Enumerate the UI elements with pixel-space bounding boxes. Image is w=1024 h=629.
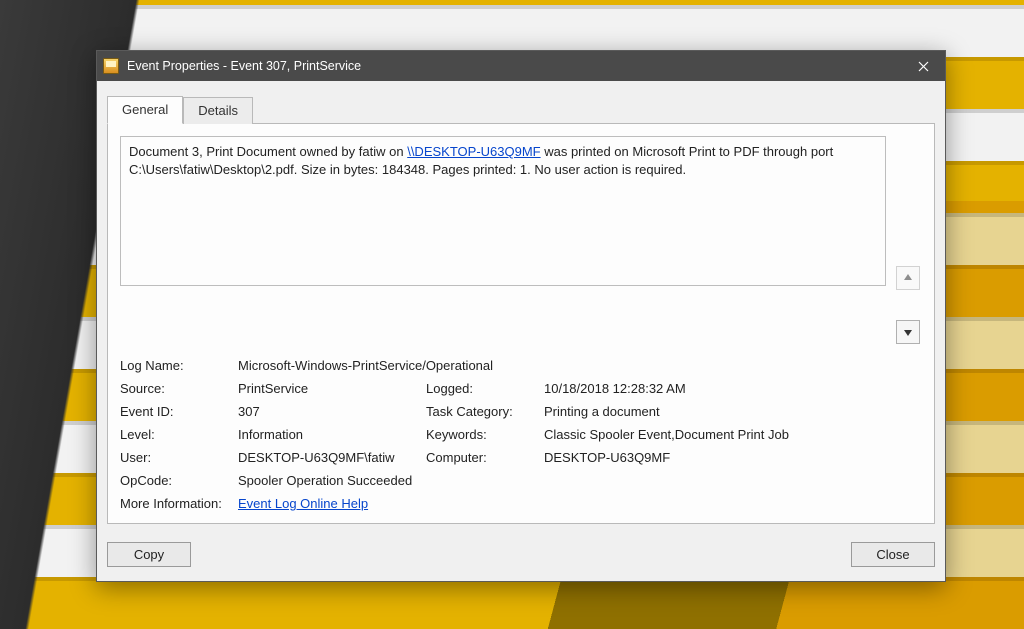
online-help-link[interactable]: Event Log Online Help bbox=[238, 496, 368, 511]
computer-label: Computer: bbox=[426, 450, 536, 465]
button-row: Copy Close bbox=[107, 542, 935, 567]
keywords-value: Classic Spooler Event,Document Print Job bbox=[544, 427, 922, 442]
close-dialog-button[interactable]: Close bbox=[851, 542, 935, 567]
opcode-value: Spooler Operation Succeeded bbox=[238, 473, 418, 488]
next-event-button[interactable] bbox=[896, 320, 920, 344]
client-area: General Details Document 3, Print Docume… bbox=[97, 81, 945, 581]
source-value: PrintService bbox=[238, 381, 418, 396]
logged-label: Logged: bbox=[426, 381, 536, 396]
fields-grid: Log Name: Microsoft-Windows-PrintService… bbox=[120, 358, 922, 511]
general-panel: Document 3, Print Document owned by fati… bbox=[107, 124, 935, 524]
desc-text-pre: Document 3, Print Document owned by fati… bbox=[129, 144, 407, 159]
event-id-label: Event ID: bbox=[120, 404, 230, 419]
log-name-label: Log Name: bbox=[120, 358, 230, 373]
event-properties-window: Event Properties - Event 307, PrintServi… bbox=[96, 50, 946, 582]
source-label: Source: bbox=[120, 381, 230, 396]
event-id-value: 307 bbox=[238, 404, 418, 419]
more-info-value: Event Log Online Help bbox=[238, 496, 922, 511]
user-label: User: bbox=[120, 450, 230, 465]
titlebar[interactable]: Event Properties - Event 307, PrintServi… bbox=[97, 51, 945, 81]
arrow-down-icon bbox=[903, 327, 913, 337]
level-label: Level: bbox=[120, 427, 230, 442]
logged-value: 10/18/2018 12:28:32 AM bbox=[544, 381, 922, 396]
log-name-value: Microsoft-Windows-PrintService/Operation… bbox=[238, 358, 922, 373]
copy-button[interactable]: Copy bbox=[107, 542, 191, 567]
computer-value: DESKTOP-U63Q9MF bbox=[544, 450, 922, 465]
tab-details[interactable]: Details bbox=[183, 97, 253, 124]
window-title: Event Properties - Event 307, PrintServi… bbox=[127, 59, 901, 73]
prev-event-button[interactable] bbox=[896, 266, 920, 290]
app-icon bbox=[103, 58, 119, 74]
keywords-label: Keywords: bbox=[426, 427, 536, 442]
arrow-up-icon bbox=[903, 273, 913, 283]
more-info-label: More Information: bbox=[120, 496, 230, 511]
tab-general[interactable]: General bbox=[107, 96, 183, 124]
nav-buttons bbox=[896, 136, 922, 344]
close-icon bbox=[918, 61, 929, 72]
computer-link[interactable]: \\DESKTOP-U63Q9MF bbox=[407, 144, 540, 159]
level-value: Information bbox=[238, 427, 418, 442]
task-category-value: Printing a document bbox=[544, 404, 922, 419]
tabstrip: General Details bbox=[107, 95, 935, 124]
close-button[interactable] bbox=[901, 51, 945, 81]
opcode-label: OpCode: bbox=[120, 473, 230, 488]
user-value: DESKTOP-U63Q9MF\fatiw bbox=[238, 450, 418, 465]
event-description[interactable]: Document 3, Print Document owned by fati… bbox=[120, 136, 886, 286]
task-category-label: Task Category: bbox=[426, 404, 536, 419]
